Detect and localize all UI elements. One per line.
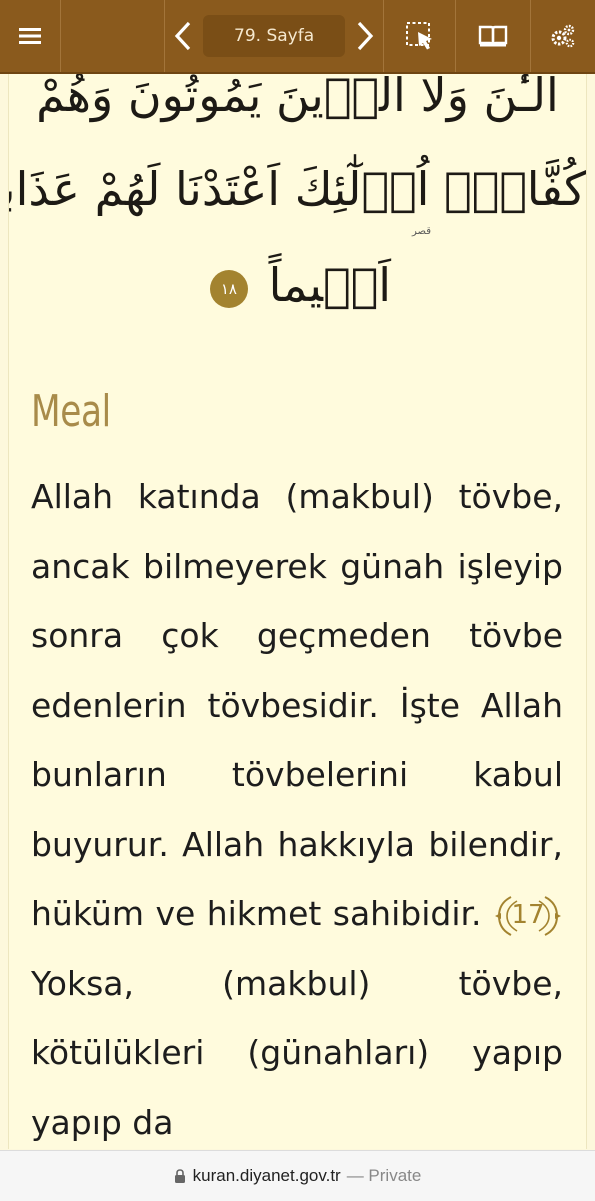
hamburger-menu-icon — [18, 28, 41, 44]
meal-heading: Meal — [31, 386, 111, 437]
page-selector[interactable]: 79. Sayfa — [201, 0, 347, 72]
selection-button[interactable] — [384, 0, 457, 72]
meal-view-button[interactable] — [456, 0, 532, 72]
arabic-text: اَل۪يماً — [268, 258, 392, 312]
menu-button[interactable] — [0, 0, 61, 72]
chevron-left-icon — [175, 21, 191, 51]
chevron-right-icon — [357, 21, 373, 51]
next-page-button[interactable] — [347, 0, 384, 72]
browser-url-bar[interactable]: kuran.diyanet.gov.tr — Private — [0, 1150, 595, 1201]
ayah-number-medal[interactable]: ١٨ — [209, 270, 248, 308]
arabic-verse-line: الْـٰٔنَ وَلَا الَّذ۪ينَ يَمُوتُونَ وَهُ… — [9, 74, 586, 122]
top-toolbar: 79. Sayfa — [0, 0, 595, 74]
selection-icon — [405, 22, 432, 50]
page-content: الْـٰٔنَ وَلَا الَّذ۪ينَ يَمُوتُونَ وَهُ… — [8, 74, 587, 1149]
arabic-text: كُفَّارٌۜ اُو۬لٰٓئِكَ اَعْتَدْنَا لَهُمْ… — [8, 162, 586, 216]
previous-page-button[interactable] — [165, 0, 201, 72]
lock-icon — [174, 1168, 186, 1184]
private-label: — Private — [346, 1166, 422, 1185]
arabic-verse-line: اَل۪يماً ١٨ — [9, 258, 586, 312]
meal-text-part: Allah katında (makbul) tövbe, ancak bilm… — [31, 477, 563, 933]
url-domain: kuran.diyanet.gov.tr — [192, 1166, 341, 1185]
meal-translation: Allah katında (makbul) tövbe, ancak bilm… — [31, 462, 563, 1149]
page-label[interactable]: 79. Sayfa — [203, 15, 346, 57]
verse-number-marker[interactable]: 17 — [493, 891, 563, 941]
meal-text-part: Yoksa, (makbul) tövbe, kötülükleri (güna… — [31, 963, 563, 1142]
gears-icon — [551, 24, 575, 48]
tajweed-note: قصر — [412, 226, 431, 237]
toolbar-spacer — [61, 0, 166, 72]
arabic-text: الْـٰٔنَ وَلَا الَّذ۪ينَ يَمُوتُونَ وَهُ… — [36, 74, 559, 122]
open-book-icon — [479, 25, 508, 47]
settings-button[interactable] — [531, 0, 595, 72]
verse-number: 17 — [511, 899, 545, 930]
arabic-verse-line: كُفَّارٌۜ اُو۬لٰٓئِكَ اَعْتَدْنَا لَهُمْ… — [9, 162, 586, 216]
